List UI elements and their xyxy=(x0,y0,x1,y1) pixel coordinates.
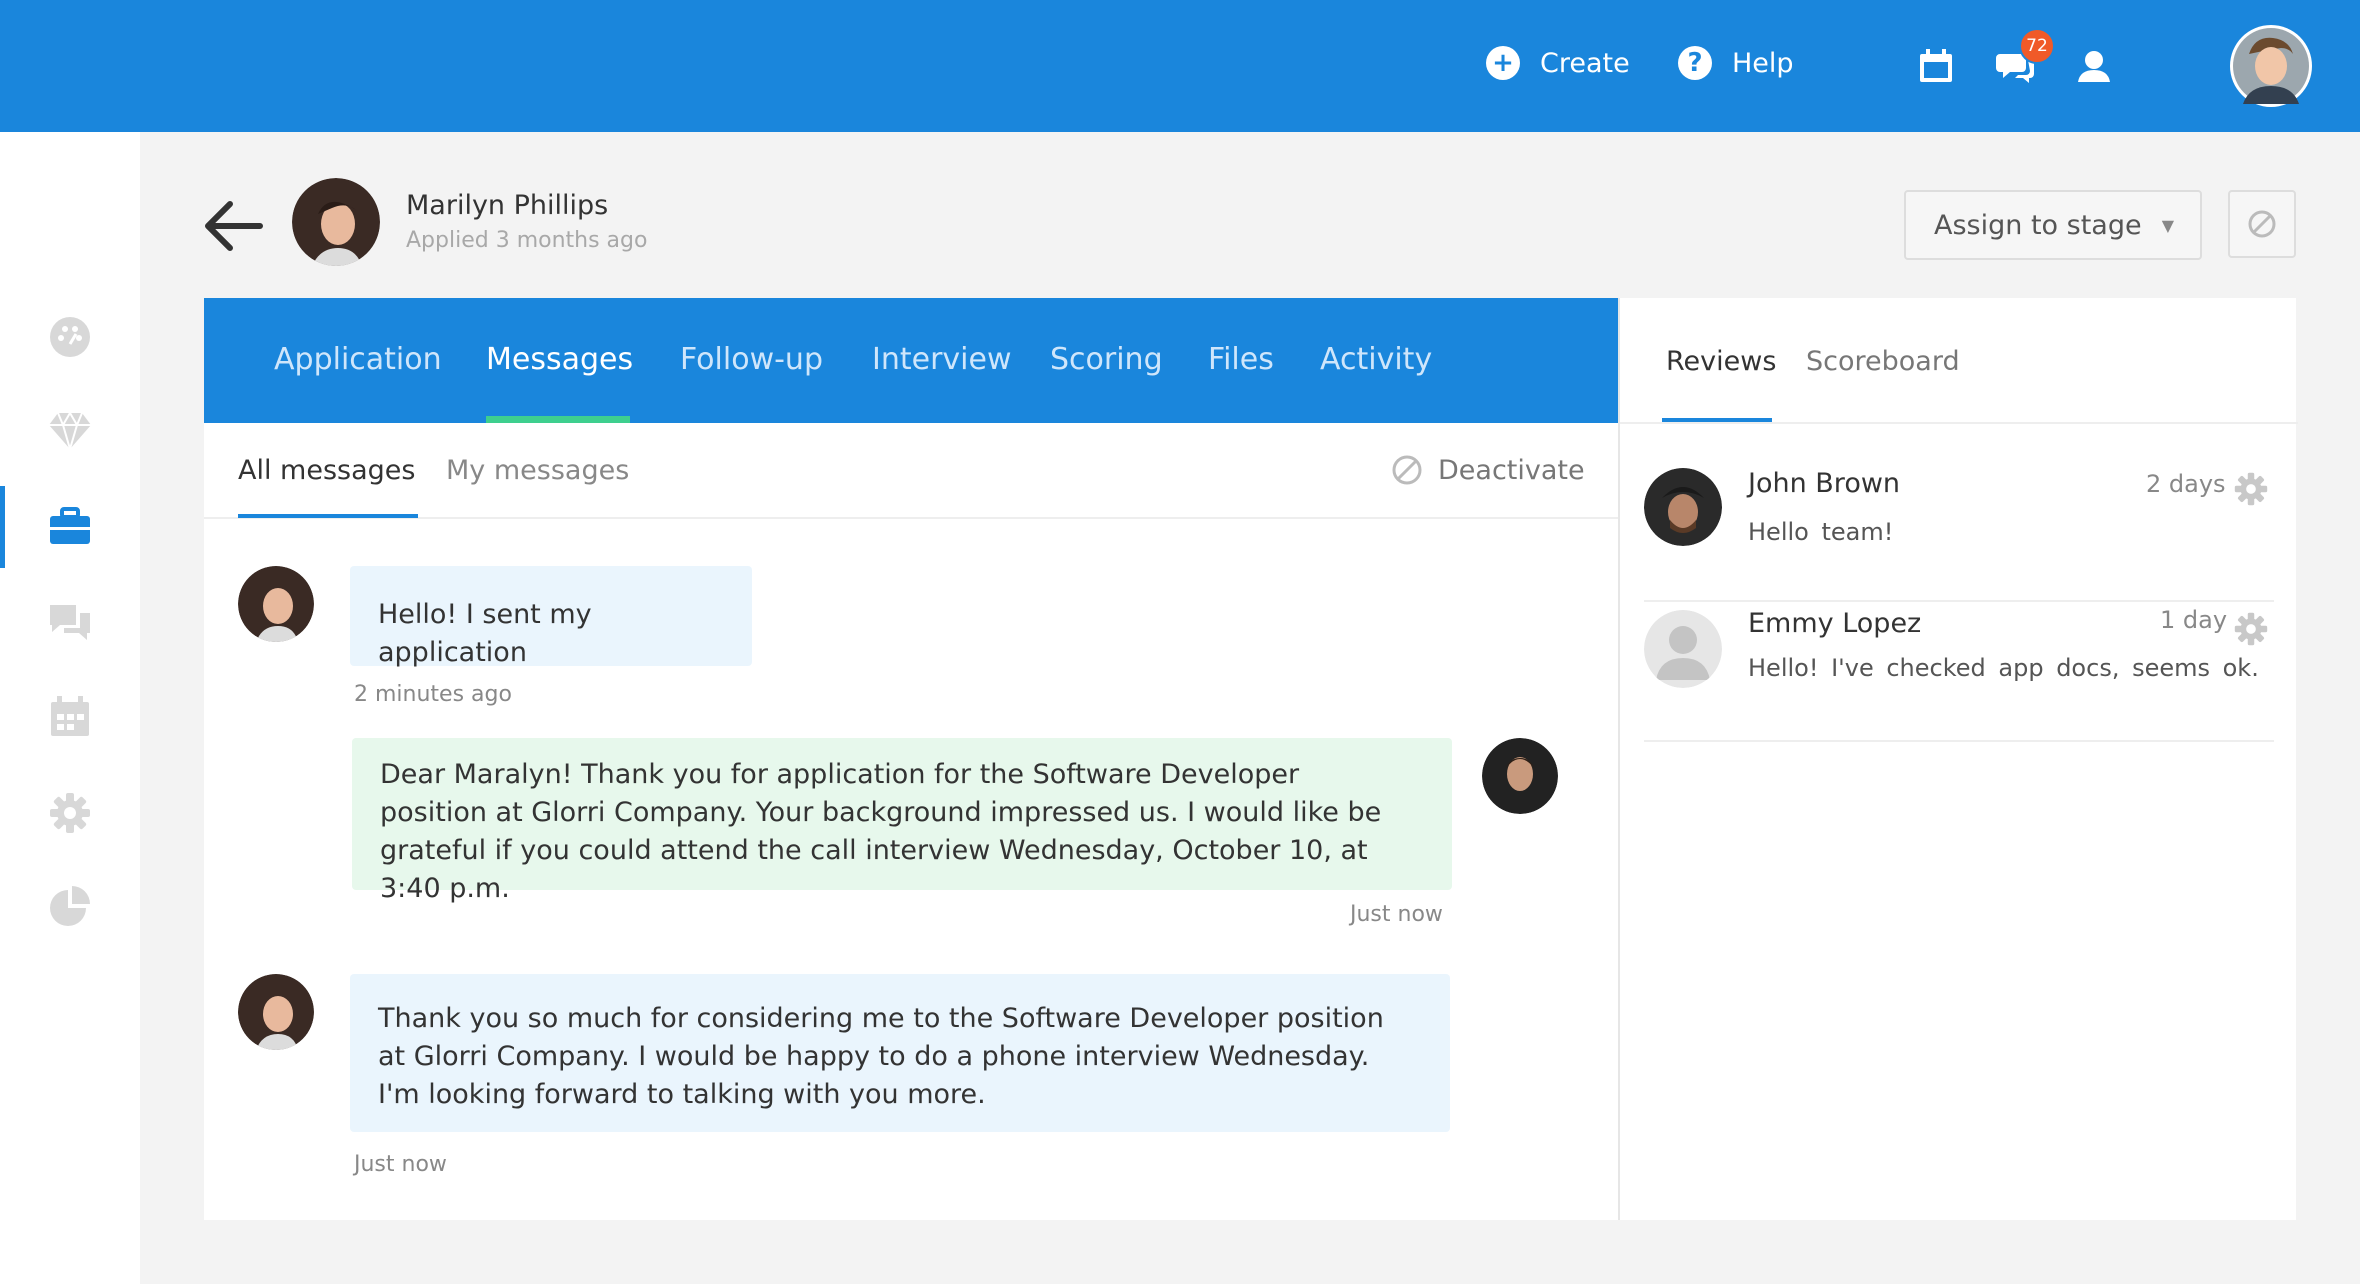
candidate-message-avatar xyxy=(238,974,314,1050)
chat-icon xyxy=(50,605,90,640)
tab-scoring[interactable]: Scoring xyxy=(1050,342,1163,377)
subtab-all-messages[interactable]: All messages xyxy=(238,455,415,486)
sidebar xyxy=(0,132,140,1284)
sidebar-item-settings[interactable] xyxy=(0,772,140,854)
block-button[interactable] xyxy=(2228,190,2296,258)
message-bubble-incoming: Hello! I sent my application xyxy=(350,566,752,668)
tab-scoreboard[interactable]: Scoreboard xyxy=(1806,346,1960,377)
tab-follow-up[interactable]: Follow-up xyxy=(680,342,823,377)
message-text-line: Dear Maralyn! Thank you for application … xyxy=(380,759,1300,790)
message-bubble-outgoing: Dear Maralyn! Thank you for application … xyxy=(352,738,1452,904)
help-button[interactable]: ? Help xyxy=(1678,46,1794,80)
candidate-message-avatar xyxy=(238,566,314,642)
tab-reviews[interactable]: Reviews xyxy=(1666,346,1776,377)
reviews-panel: Reviews Scoreboard John Brown 2 days Hel xyxy=(1618,298,2298,1220)
sidebar-item-reports[interactable] xyxy=(0,866,140,948)
back-arrow-icon[interactable] xyxy=(200,196,264,256)
message-text-line: grateful if you could attend the call in… xyxy=(380,835,1368,904)
divider xyxy=(1620,422,2298,424)
reviewer-name: John Brown xyxy=(1748,468,1901,499)
calendar-icon xyxy=(51,696,89,736)
message-filter-tabs: All messages My messages Deactivate xyxy=(204,423,1618,519)
messages-panel: Application Messages Follow-up Interview… xyxy=(204,298,1618,1220)
reviewer-avatar-placeholder xyxy=(1644,610,1722,688)
question-circle-icon: ? xyxy=(1678,46,1712,80)
dashboard-icon xyxy=(50,317,90,357)
gear-icon[interactable] xyxy=(2234,612,2268,646)
review-time: 2 days xyxy=(2146,470,2226,498)
message-text-line: position at Glorri Company. Your backgro… xyxy=(380,797,1382,828)
message-bubble-incoming: Thank you so much for considering me to … xyxy=(350,974,1450,1132)
message-text-line: I'm looking forward to talking with you … xyxy=(378,1079,986,1110)
active-subtab-indicator xyxy=(238,514,418,518)
user-avatar[interactable] xyxy=(2230,25,2312,107)
candidate-avatar xyxy=(292,178,380,266)
help-label: Help xyxy=(1732,47,1794,79)
caret-down-icon: ▼ xyxy=(2161,216,2174,235)
tab-messages[interactable]: Messages xyxy=(486,342,633,377)
tab-interview[interactable]: Interview xyxy=(872,342,1012,377)
plus-circle-icon: + xyxy=(1486,46,1520,80)
tab-application[interactable]: Application xyxy=(274,342,442,377)
calendar-icon[interactable] xyxy=(1916,46,1956,86)
candidate-name: Marilyn Phillips xyxy=(406,190,609,221)
top-bar: + Create ? Help 72 xyxy=(0,0,2360,132)
assign-stage-dropdown[interactable]: Assign to stage ▼ xyxy=(1904,190,2202,260)
message-timestamp: 2 minutes ago xyxy=(354,682,512,707)
pie-chart-icon xyxy=(50,886,90,926)
review-item: Emmy Lopez 1 day Hello! I've checked app… xyxy=(1644,602,2274,742)
notification-badge: 72 xyxy=(2019,28,2055,64)
sidebar-item-dashboard[interactable] xyxy=(0,296,140,378)
message-text: Hello! I sent my application xyxy=(378,599,592,668)
recruiter-message-avatar xyxy=(1482,738,1558,814)
active-tab-indicator xyxy=(486,416,630,423)
tab-files[interactable]: Files xyxy=(1208,342,1274,377)
subtab-my-messages[interactable]: My messages xyxy=(446,455,629,486)
review-text: Hello team! xyxy=(1748,518,1894,546)
sidebar-item-jobs[interactable] xyxy=(0,486,140,568)
sidebar-item-chat[interactable] xyxy=(0,582,140,664)
tab-activity[interactable]: Activity xyxy=(1320,342,1432,377)
message-text-line: at Glorri Company. I would be happy to d… xyxy=(378,1041,1370,1072)
briefcase-icon xyxy=(50,507,90,544)
gear-icon xyxy=(50,793,90,833)
reviewer-avatar xyxy=(1644,468,1722,546)
candidate-tabs: Application Messages Follow-up Interview… xyxy=(204,298,1618,423)
deactivate-button[interactable]: Deactivate xyxy=(1390,453,1585,487)
gear-icon[interactable] xyxy=(2234,472,2268,506)
reviewer-name: Emmy Lopez xyxy=(1748,608,1922,639)
message-timestamp: Just now xyxy=(354,1152,447,1177)
sidebar-item-calendar[interactable] xyxy=(0,676,140,758)
deactivate-label: Deactivate xyxy=(1438,454,1585,486)
message-text-line: Thank you so much for considering me to … xyxy=(378,1003,1384,1034)
review-text: Hello! I've checked app docs, seems ok. xyxy=(1748,654,2259,682)
review-time: 1 day xyxy=(2160,606,2228,634)
create-label: Create xyxy=(1540,47,1630,79)
block-icon xyxy=(2248,210,2276,238)
candidate-applied-time: Applied 3 months ago xyxy=(406,228,648,253)
user-icon[interactable] xyxy=(2074,46,2114,86)
create-button[interactable]: + Create xyxy=(1486,46,1630,80)
review-item: John Brown 2 days Hello team! xyxy=(1644,462,2274,602)
assign-stage-label: Assign to stage xyxy=(1934,209,2142,241)
diamond-icon xyxy=(49,411,91,451)
message-timestamp: Just now xyxy=(1350,902,1443,927)
sidebar-item-talent[interactable] xyxy=(0,390,140,472)
block-icon xyxy=(1392,455,1422,485)
